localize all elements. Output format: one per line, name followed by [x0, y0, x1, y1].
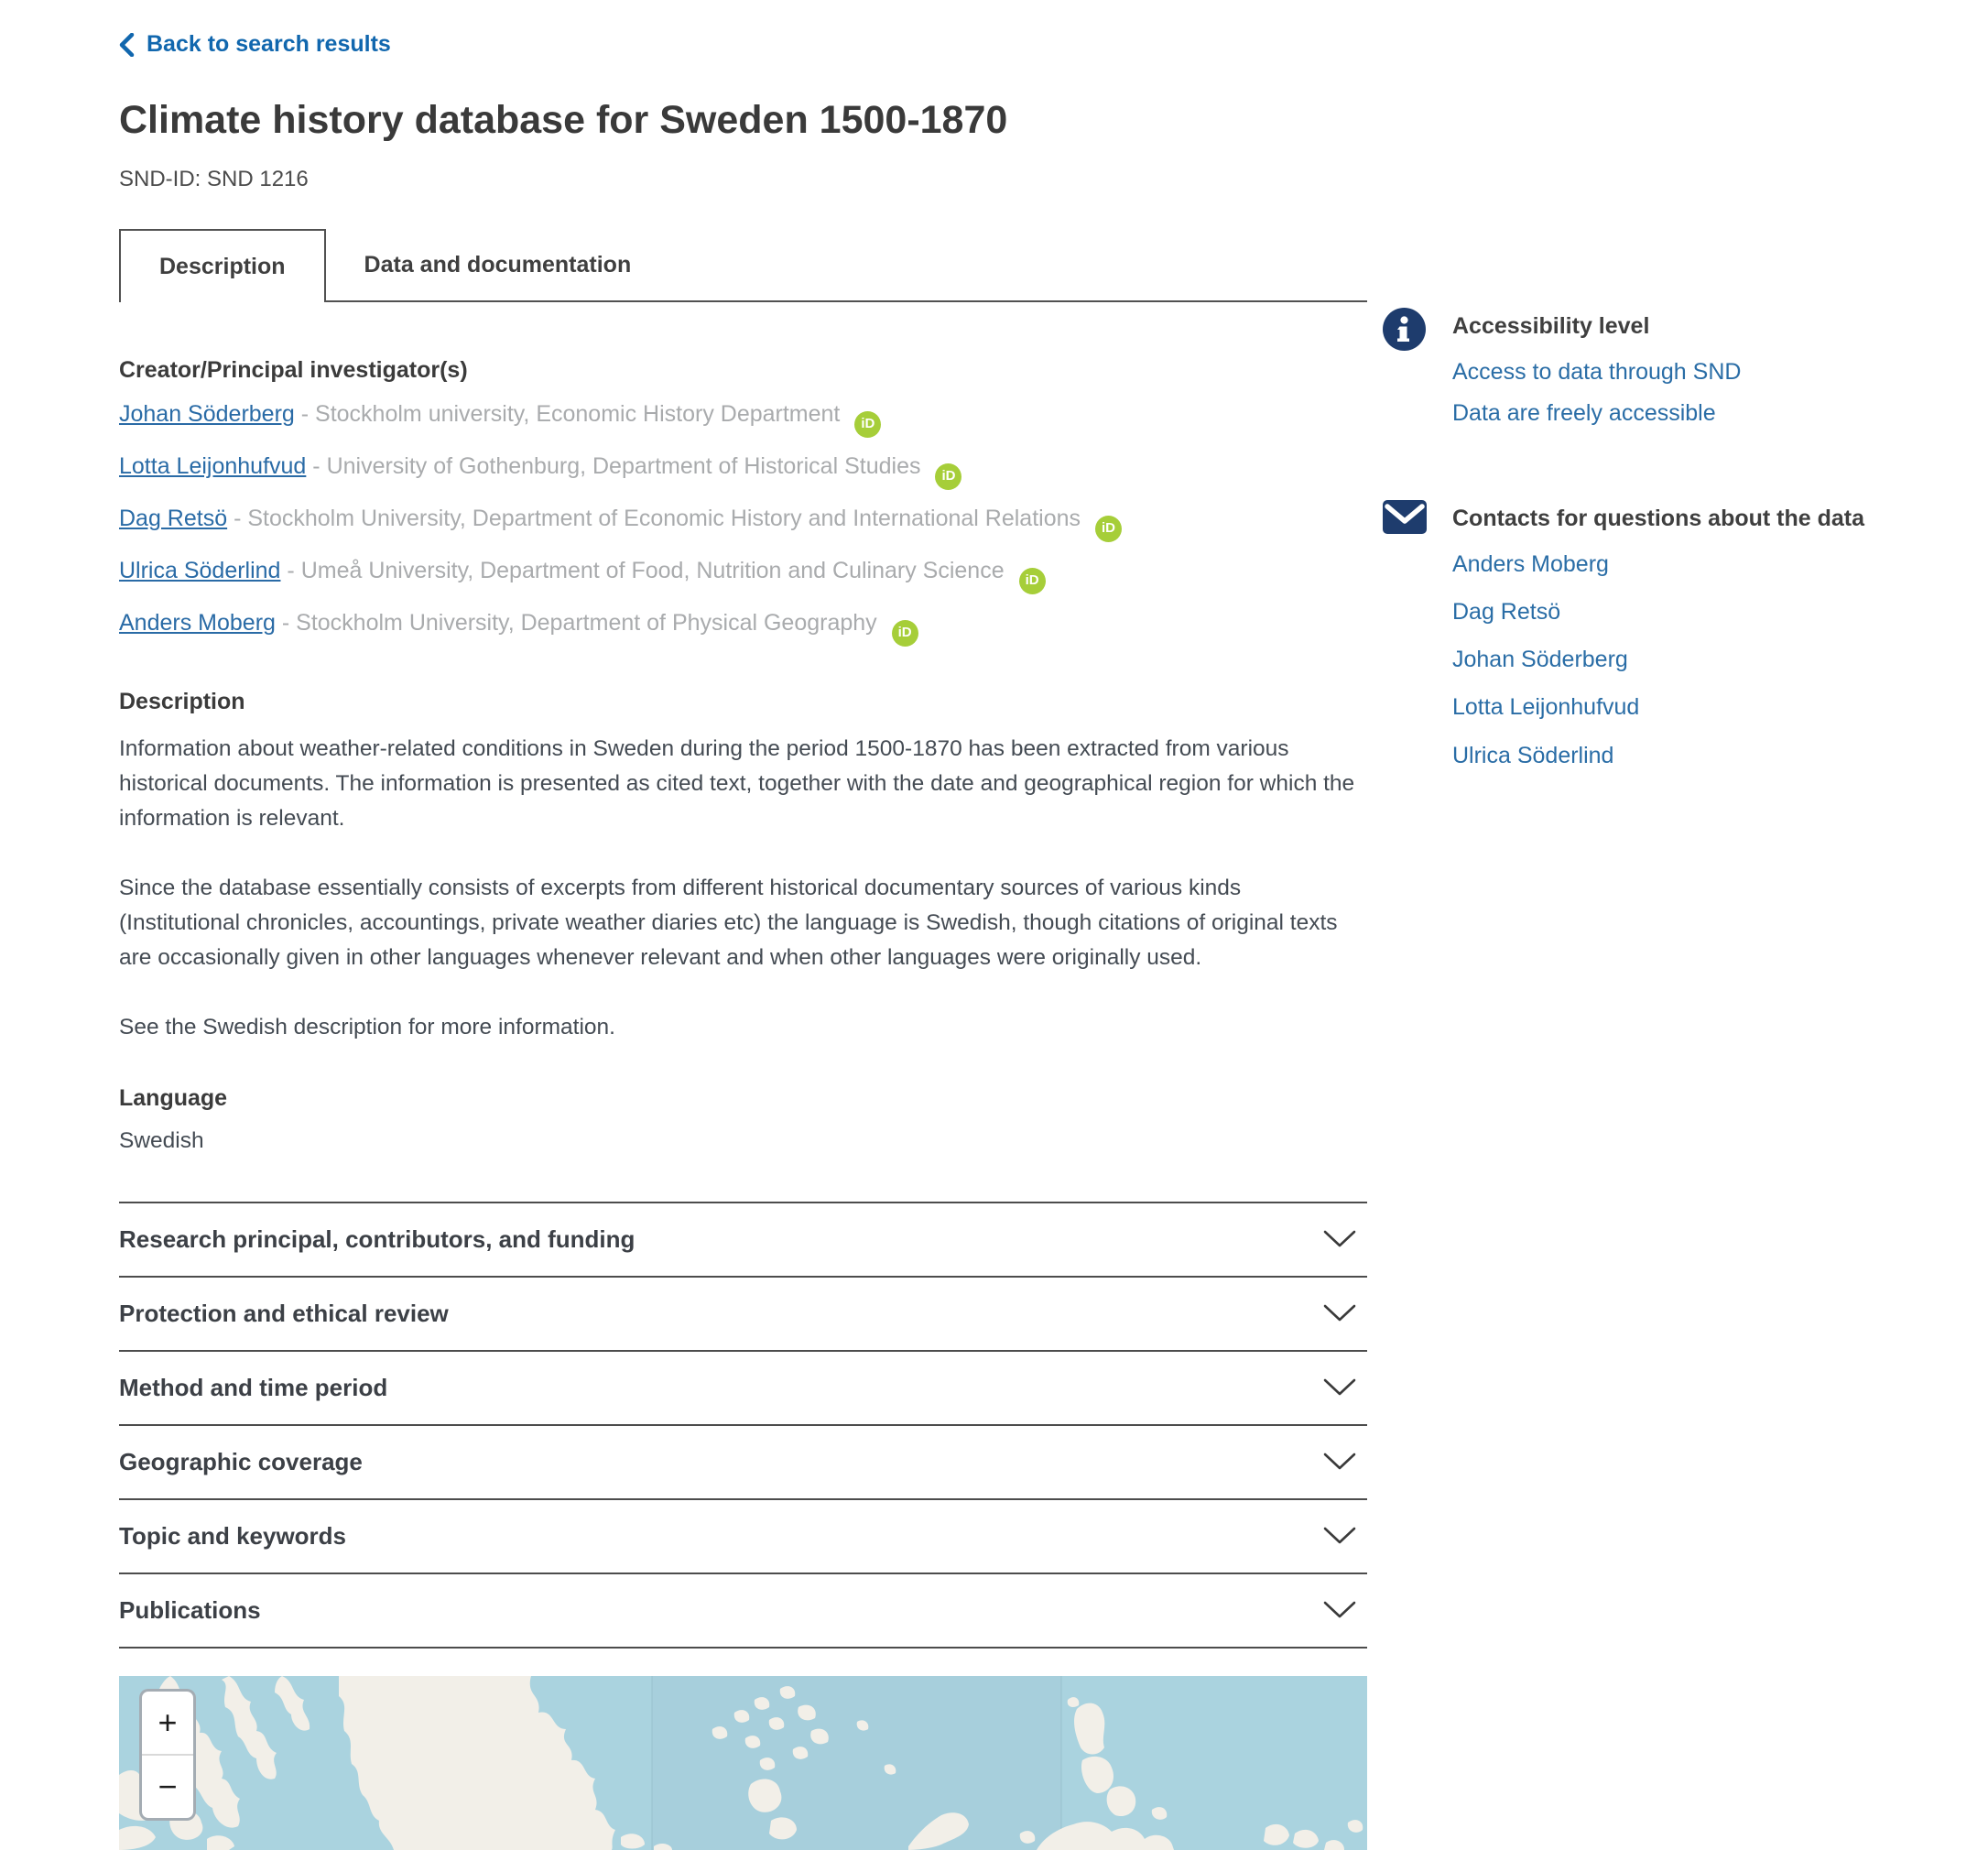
creator-affiliation: - Stockholm University, Department of Ec… [234, 506, 1081, 531]
contacts-block: Contacts for questions about the data An… [1383, 500, 1950, 789]
description-paragraph: Since the database essentially consists … [119, 871, 1367, 975]
contact-link[interactable]: Anders Moberg [1452, 550, 1864, 579]
map-canvas [119, 1676, 1367, 1850]
chevron-down-icon [1323, 1453, 1356, 1472]
creator-row: Lotta Leijonhufvud - University of Gothe… [119, 452, 1367, 490]
contact-link[interactable]: Lotta Leijonhufvud [1452, 693, 1864, 722]
map-zoom-in-button[interactable]: + [142, 1692, 193, 1754]
map-zoom-out-button[interactable]: − [142, 1754, 193, 1818]
creator-row: Anders Moberg - Stockholm University, De… [119, 609, 1367, 647]
creator-affiliation: - Stockholm university, Economic History… [301, 401, 841, 427]
creator-affiliation: - Umeå University, Department of Food, N… [287, 558, 1004, 583]
accordion-protection-ethical-review[interactable]: Protection and ethical review [119, 1276, 1367, 1350]
orcid-icon[interactable]: iD [1019, 568, 1046, 594]
chevron-left-icon [119, 33, 135, 57]
creator-link[interactable]: Anders Moberg [119, 610, 276, 636]
accordion-label: Topic and keywords [119, 1522, 346, 1551]
access-through-snd-link[interactable]: Access to data through SND [1452, 358, 1741, 386]
creator-row: Johan Söderberg - Stockholm university, … [119, 400, 1367, 438]
data-freely-accessible-link[interactable]: Data are freely accessible [1452, 399, 1741, 428]
sidebar: Accessibility level Access to data throu… [1383, 308, 1950, 848]
contact-link[interactable]: Johan Söderberg [1452, 646, 1864, 674]
description-paragraph: Information about weather-related condit… [119, 732, 1367, 836]
accordion-publications[interactable]: Publications [119, 1572, 1367, 1649]
language-section: Language Swedish [119, 1085, 1367, 1154]
map-zoom-control: + − [139, 1689, 196, 1821]
back-link-label: Back to search results [147, 31, 391, 58]
orcid-icon[interactable]: iD [854, 411, 881, 438]
tab-bar-filler [669, 229, 1367, 302]
accordion-label: Geographic coverage [119, 1448, 363, 1476]
creator-link[interactable]: Lotta Leijonhufvud [119, 453, 306, 479]
chevron-down-icon [1323, 1304, 1356, 1323]
tab-data-and-documentation[interactable]: Data and documentation [326, 229, 670, 302]
accordion-label: Research principal, contributors, and fu… [119, 1225, 635, 1254]
contact-link[interactable]: Dag Retsö [1452, 598, 1864, 626]
accessibility-content: Accessibility level Access to data throu… [1452, 308, 1741, 441]
creator-affiliation: - University of Gothenburg, Department o… [312, 453, 920, 479]
tab-bar: Description Data and documentation [119, 229, 1367, 302]
back-to-search-link[interactable]: Back to search results [119, 31, 391, 58]
creators-section: Creator/Principal investigator(s) Johan … [119, 357, 1367, 646]
accessibility-block: Accessibility level Access to data throu… [1383, 308, 1950, 441]
contacts-heading: Contacts for questions about the data [1452, 506, 1864, 532]
accordion-list: Research principal, contributors, and fu… [119, 1202, 1367, 1649]
accordion-method-time-period[interactable]: Method and time period [119, 1350, 1367, 1424]
creator-affiliation: - Stockholm University, Department of Ph… [282, 610, 877, 636]
chevron-down-icon [1323, 1601, 1356, 1620]
orcid-icon[interactable]: iD [1095, 516, 1122, 542]
creators-heading: Creator/Principal investigator(s) [119, 357, 1367, 384]
tab-description[interactable]: Description [119, 229, 326, 302]
orcid-icon[interactable]: iD [935, 463, 961, 490]
description-section: Description Information about weather-re… [119, 689, 1367, 1045]
accordion-label: Publications [119, 1596, 261, 1625]
creator-link[interactable]: Johan Söderberg [119, 401, 295, 427]
accordion-geographic-coverage[interactable]: Geographic coverage [119, 1424, 1367, 1498]
description-paragraph: See the Swedish description for more inf… [119, 1010, 1367, 1045]
chevron-down-icon [1323, 1527, 1356, 1546]
accessibility-heading: Accessibility level [1452, 313, 1741, 340]
info-icon [1383, 308, 1427, 441]
snd-id-label: SND-ID: SND 1216 [119, 167, 1367, 192]
contacts-content: Contacts for questions about the data An… [1452, 500, 1864, 789]
chevron-down-icon [1323, 1230, 1356, 1249]
chevron-down-icon [1323, 1378, 1356, 1398]
language-value: Swedish [119, 1128, 1367, 1154]
creator-row: Ulrica Söderlind - Umeå University, Depa… [119, 557, 1367, 594]
contact-link[interactable]: Ulrica Söderlind [1452, 742, 1864, 770]
language-heading: Language [119, 1085, 1367, 1112]
accordion-topic-keywords[interactable]: Topic and keywords [119, 1498, 1367, 1572]
description-heading: Description [119, 689, 1367, 715]
geographic-coverage-map[interactable]: + − [119, 1676, 1367, 1850]
creator-link[interactable]: Dag Retsö [119, 506, 227, 531]
orcid-icon[interactable]: iD [892, 620, 918, 647]
page-title: Climate history database for Sweden 1500… [119, 98, 1367, 143]
accordion-label: Method and time period [119, 1374, 387, 1402]
envelope-icon [1383, 500, 1427, 789]
accordion-label: Protection and ethical review [119, 1300, 449, 1328]
accordion-research-principal[interactable]: Research principal, contributors, and fu… [119, 1202, 1367, 1276]
main-content: Back to search results Climate history d… [119, 0, 1367, 1850]
creator-link[interactable]: Ulrica Söderlind [119, 558, 280, 583]
creator-row: Dag Retsö - Stockholm University, Depart… [119, 505, 1367, 542]
